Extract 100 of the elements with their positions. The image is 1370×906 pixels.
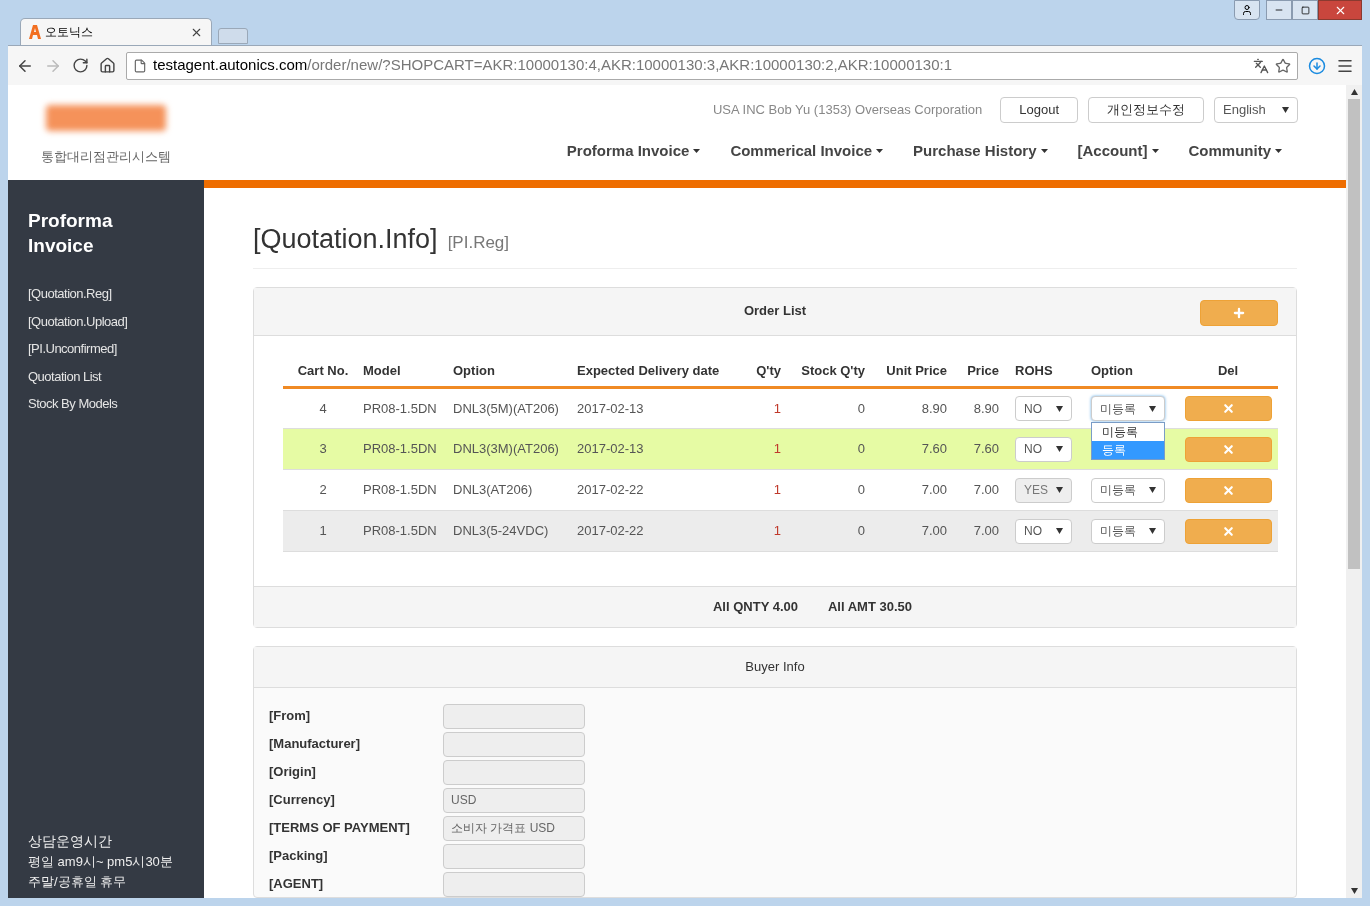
sidebar-link[interactable]: Quotation List	[28, 366, 184, 386]
table-cell: 7.00	[953, 469, 1005, 511]
dropdown-arrow-icon	[1056, 487, 1063, 493]
input-field[interactable]	[443, 703, 585, 729]
select-field[interactable]: 미등록	[1091, 518, 1165, 544]
page-icon	[133, 58, 147, 73]
table-cell: 0	[787, 469, 871, 511]
input-field[interactable]	[443, 759, 585, 785]
home-icon[interactable]	[99, 57, 116, 74]
bookmark-star-icon[interactable]	[1275, 57, 1291, 74]
table-cell: PR08-1.5DN	[363, 469, 453, 511]
caret-icon	[1040, 149, 1048, 154]
address-bar[interactable]: testagent.autonics.com/order/new/?SHOPCART=AKR:10000130:4,AKR:10000130:3,AKR:10000130:2,AKR:10000130:1	[126, 51, 1298, 80]
header-button[interactable]: Logout	[1000, 97, 1078, 123]
download-icon[interactable]	[1308, 56, 1326, 75]
hours-title: 상담운영시간	[28, 832, 113, 851]
dropdown-arrow-icon	[1149, 487, 1156, 493]
dropdown-arrow-icon	[1350, 888, 1358, 894]
reload-icon[interactable]	[72, 57, 89, 74]
table-cell: 8.90	[871, 387, 953, 429]
column-header: Q'ty	[737, 357, 787, 388]
scrollbar[interactable]	[1346, 85, 1362, 898]
nav-menu-item[interactable]: Proforma Invoice	[566, 140, 701, 163]
input-field[interactable]: USD	[443, 787, 585, 813]
select-field[interactable]: 미등록	[1091, 396, 1165, 421]
table-cell: 4	[283, 387, 363, 429]
translate-icon[interactable]	[1253, 57, 1269, 74]
page-subtitle: [PI.Reg]	[447, 232, 510, 254]
user-info: USA INC Bob Yu (1353) Overseas Corporation	[712, 101, 983, 120]
field-label: [Currency]	[269, 791, 336, 810]
dropdown-arrow-icon	[1056, 405, 1063, 412]
sidebar-link[interactable]: [PI.Unconfirmed]	[28, 339, 184, 359]
column-header: Stock Q'ty	[787, 357, 871, 388]
add-button[interactable]	[1200, 299, 1278, 326]
column-header: Del	[1178, 357, 1278, 388]
table-cell: DNL3(AT206)	[453, 469, 577, 511]
input-field[interactable]: 소비자 가격표 USD	[443, 815, 585, 841]
select-field[interactable]: 미등록	[1091, 477, 1165, 503]
column-header: ROHS	[1005, 357, 1081, 388]
tab-title: 오토닉스	[45, 24, 94, 41]
table-cell: 2017-02-13	[577, 387, 737, 429]
table-cell: 7.00	[953, 510, 1005, 552]
delete-button[interactable]	[1184, 518, 1272, 544]
dropdown-arrow-icon	[1282, 107, 1289, 113]
sidebar-link[interactable]: [Quotation.Upload]	[28, 311, 184, 331]
column-header: Expected Delivery date	[577, 357, 737, 388]
table-cell: 7.60	[953, 428, 1005, 470]
table-cell: 7.00	[871, 510, 953, 552]
close-button[interactable]	[1318, 0, 1362, 20]
table-cell: 7.60	[871, 428, 953, 470]
sidebar-link[interactable]: [Quotation.Reg]	[28, 284, 184, 304]
column-header: Price	[953, 357, 1005, 388]
maximize-button[interactable]	[1292, 0, 1318, 20]
url-text: testagent.autonics.com/order/new/?SHOPCART=AKR:10000130:4,AKR:10000130:3,AKR:10000130:2,AKR:10000130:1	[153, 55, 953, 76]
table-cell: 2017-02-22	[577, 510, 737, 552]
system-name: 통합대리점관리시스템	[41, 148, 171, 166]
column-header: Option	[1081, 357, 1178, 388]
scroll-up-icon	[1350, 89, 1358, 95]
table-cell: 8.90	[953, 387, 1005, 429]
nav-menu-item[interactable]: Community	[1188, 140, 1282, 163]
table-cell: 0	[787, 510, 871, 552]
hours-text: 주말/공휴일 휴무	[28, 873, 128, 891]
language-select[interactable]: English	[1214, 97, 1298, 123]
table-cell: 1	[283, 510, 363, 552]
table-cell: DNL3(3M)(AT206)	[453, 428, 577, 470]
hours-text: 평일 am9시~ pm5시30분	[28, 853, 174, 871]
field-label: [TERMS OF PAYMENT]	[269, 819, 411, 838]
header-button[interactable]: 개인정보수정	[1088, 97, 1204, 123]
input-field[interactable]	[443, 731, 585, 757]
select-field[interactable]: NO	[1015, 436, 1072, 462]
delete-button[interactable]	[1184, 436, 1272, 462]
sidebar-link[interactable]: Stock By Models	[28, 394, 184, 414]
table-cell: PR08-1.5DN	[363, 428, 453, 470]
nav-menu-item[interactable]: Purchase History	[913, 140, 1048, 163]
select-field[interactable]: NO	[1015, 396, 1072, 421]
delete-button[interactable]	[1184, 477, 1272, 503]
input-field[interactable]	[443, 843, 585, 869]
plus-icon	[1232, 305, 1246, 320]
close-icon	[1221, 402, 1235, 415]
table-cell: 1	[737, 510, 787, 552]
table-cell: PR08-1.5DN	[363, 510, 453, 552]
logo[interactable]	[46, 105, 166, 131]
browser-tab[interactable]: 오토닉스	[20, 18, 212, 45]
column-header: Cart No.	[283, 357, 363, 388]
site-logo-icon	[29, 25, 41, 39]
nav-menu-item[interactable]: Commerical Invoice	[730, 140, 884, 163]
table-cell: 3	[283, 428, 363, 470]
nav-menu-item[interactable]: [Account]	[1077, 140, 1159, 163]
select-field[interactable]: NO	[1015, 518, 1072, 544]
person-icon	[1241, 4, 1253, 16]
table-cell: DNL3(5M)(AT206)	[453, 387, 577, 429]
delete-button[interactable]	[1184, 396, 1272, 421]
table-cell: 1	[737, 469, 787, 511]
input-field[interactable]	[443, 871, 585, 897]
close-icon	[1221, 524, 1235, 538]
table-cell: 0	[787, 428, 871, 470]
new-tab-button[interactable]	[218, 28, 248, 44]
minimize-button[interactable]	[1266, 0, 1292, 20]
dropdown-option[interactable]: 미등록	[1092, 423, 1164, 441]
user-icon[interactable]	[1234, 0, 1260, 20]
